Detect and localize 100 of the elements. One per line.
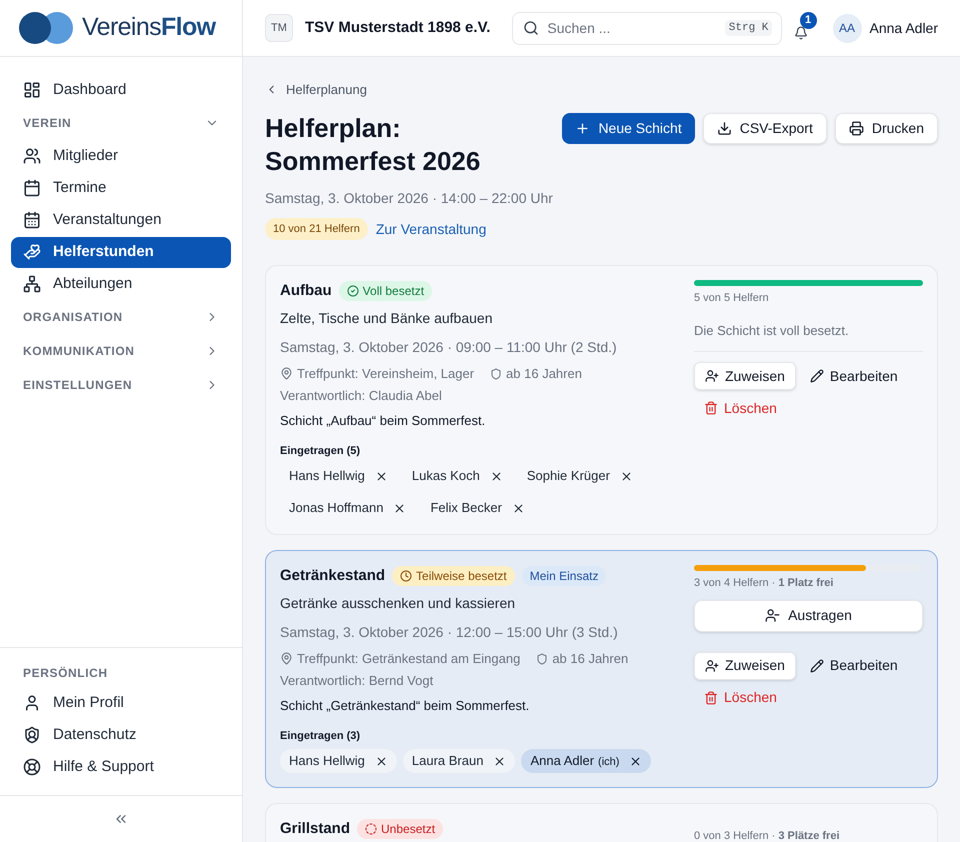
remove-icon[interactable] [374, 470, 388, 482]
user-icon [23, 694, 41, 712]
nav-item[interactable]: Termine [11, 172, 231, 204]
pin-icon [280, 367, 293, 380]
remove-icon[interactable] [374, 754, 388, 768]
breadcrumb-link[interactable]: Helferplanung [265, 81, 938, 98]
nav-item[interactable]: Mein Profil [11, 687, 231, 719]
check-circle-icon [346, 285, 359, 297]
nav-item[interactable]: Datenschutz [11, 719, 231, 751]
tag-badge: Mein Einsatz [522, 566, 606, 586]
bell-icon [794, 26, 808, 40]
print-button[interactable]: Drucken [834, 113, 938, 144]
brand-name: VereinsFlow [82, 12, 216, 44]
responsible-person: Verantwortlich: Bernd Vogt [280, 672, 434, 690]
notification-button[interactable]: 1 [784, 10, 816, 46]
nav-section[interactable]: ORGANISATION [11, 300, 231, 334]
nav-item[interactable]: Hilfe & Support [11, 751, 231, 783]
hand-heart-icon [23, 243, 41, 261]
remove-icon[interactable] [493, 754, 506, 768]
shortcut-hint: Strg K [724, 20, 772, 36]
status-badge: Teilweise besetzt [392, 566, 515, 586]
shift-title: Aufbau [280, 280, 332, 301]
remove-icon[interactable] [490, 470, 503, 482]
clock-icon [400, 570, 412, 582]
edit-button[interactable]: Bearbeiten [800, 652, 908, 680]
unassign-button[interactable]: Austragen [694, 600, 923, 632]
org-name: TSV Musterstadt 1898 e.V. [305, 18, 490, 38]
age-limit: ab 16 Jahren [490, 364, 582, 384]
page-title: Helferplan: Sommerfest 2026 [265, 112, 480, 178]
search-icon [523, 20, 540, 36]
shift-title: Grillstand [280, 818, 350, 839]
member-name: Anna Adler (ich) [530, 752, 620, 770]
grid-icon [23, 81, 41, 99]
nav-section[interactable]: VEREIN [11, 106, 231, 140]
shift-description: Schicht „Aufbau“ beim Sommerfest. [280, 412, 486, 430]
meeting-point: Treffpunkt: Vereinsheim, Lager [280, 364, 474, 384]
helper-count-badge: 10 von 21 Helfern [265, 218, 368, 240]
nav-section[interactable]: KOMMUNIKATION [11, 334, 231, 368]
org-avatar: TM [265, 14, 293, 42]
trash-icon [704, 401, 718, 415]
event-date: Samstag, 3. Oktober 2026 · 14:00 – 22:00 Uhr [265, 189, 554, 208]
shield-user-icon [23, 726, 41, 744]
plus-icon [575, 121, 590, 136]
responsible-person: Verantwortlich: Claudia Abel [280, 386, 443, 404]
registered-heading: Eingetragen (3) [280, 728, 362, 744]
shift-title: Getränkestand [280, 566, 386, 586]
shift-datetime: Samstag, 3. Oktober 2026 · 12:00 – 15:00 Uhr (3 Std.) [280, 623, 619, 642]
edit-button[interactable]: Bearbeiten [800, 362, 908, 390]
shift-subtitle: Getränke ausschenken und kassieren [280, 594, 516, 613]
remove-icon[interactable] [393, 502, 406, 514]
nav-section[interactable]: EINSTELLUNGEN [11, 368, 231, 402]
member-name: Sophie Krüger [526, 467, 610, 486]
meeting-point: Treffpunkt: Getränkestand am Eingang [280, 649, 520, 668]
dashed-circle-icon [365, 823, 378, 835]
hierarchy-icon [23, 275, 41, 293]
status-badge: Voll besetzt [338, 281, 432, 301]
user-plus-icon [705, 369, 719, 383]
users-icon [23, 147, 41, 165]
user-plus-icon [705, 658, 719, 672]
status-badge: Unbesetzt [357, 819, 444, 839]
calendar-icon [23, 211, 41, 229]
shift-datetime: Samstag, 3. Oktober 2026 · 09:00 – 11:00 Uhr (2 Std.) [280, 338, 618, 357]
logo-icon [18, 11, 74, 45]
event-link[interactable]: Zur Veranstaltung [376, 218, 486, 240]
member-name: Hans Hellwig [289, 752, 365, 770]
member-name: Laura Braun [412, 752, 484, 770]
nav-item[interactable]: Dashboard [11, 74, 231, 106]
printer-icon [848, 121, 864, 136]
shift-subtitle: Zelte, Tische und Bänke aufbauen [280, 309, 494, 328]
remove-icon[interactable] [629, 754, 642, 768]
assign-button[interactable]: Zuweisen [694, 652, 796, 680]
lifebuoy-icon [23, 758, 41, 776]
nav-item[interactable]: Helferstunden [11, 236, 231, 268]
delete-button[interactable]: Löschen [694, 684, 787, 712]
remove-icon[interactable] [620, 470, 633, 482]
helper-count: 5 von 5 Helfern [694, 291, 770, 306]
trash-icon [704, 690, 718, 704]
calendar-icon [23, 179, 41, 197]
nav-item[interactable]: Abteilungen [11, 268, 231, 300]
new-shift-button[interactable]: Neue Schicht [562, 113, 695, 144]
member-name: Felix Becker [430, 499, 502, 518]
export-button[interactable]: CSV-Export [702, 113, 827, 144]
download-icon [716, 121, 732, 136]
helper-count: 0 von 3 Helfern · 3 Plätze frei [694, 829, 841, 842]
registered-heading: Eingetragen (5) [280, 444, 362, 458]
shield-icon [536, 652, 548, 665]
helper-count: 3 von 4 Helfern · 1 Platz frei [694, 576, 834, 591]
remove-icon[interactable] [512, 502, 525, 514]
user-minus-icon [765, 608, 780, 623]
delete-button[interactable]: Löschen [694, 394, 787, 422]
user-avatar[interactable]: AA [832, 14, 862, 42]
pin-icon [280, 652, 293, 666]
assign-button[interactable]: Zuweisen [694, 362, 796, 390]
nav-item[interactable]: Veranstaltungen [11, 204, 231, 236]
user-name[interactable]: Anna Adler [870, 18, 938, 38]
nav-item[interactable]: Mitglieder [11, 140, 231, 172]
member-name: Hans Hellwig [289, 467, 365, 486]
pencil-icon [810, 658, 824, 672]
shield-icon [490, 368, 502, 380]
notification-count: 1 [800, 12, 816, 29]
